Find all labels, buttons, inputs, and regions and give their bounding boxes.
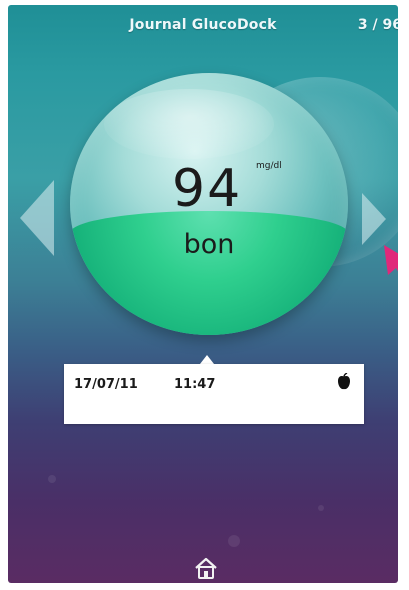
decorative-sparkle: [318, 505, 324, 511]
glucose-status: bon: [183, 229, 235, 260]
home-icon[interactable]: [194, 557, 218, 579]
reading-details-card[interactable]: 17/07/11 11:47: [64, 364, 364, 424]
glucose-bubble: 94 mg/dl bon: [70, 73, 348, 335]
reading-time: 11:47: [174, 377, 216, 392]
decorative-sparkle: [228, 535, 240, 547]
swipe-pointer-icon: [384, 245, 398, 275]
glucose-value: 94: [172, 159, 243, 219]
decorative-sparkle: [48, 475, 56, 483]
apple-icon: [338, 373, 350, 390]
glucose-unit: mg/dl: [256, 161, 282, 171]
app-screen: Journal GlucoDock 3 / 96 94 mg/dl bon 17…: [8, 5, 398, 583]
app-title: Journal GlucoDock: [129, 17, 277, 33]
reading-date: 17/07/11: [74, 377, 138, 392]
chevron-left-icon[interactable]: [20, 180, 54, 256]
bubble-highlight: [104, 89, 274, 159]
page-counter: 3 / 96: [357, 17, 398, 33]
note-pointer: [200, 355, 214, 364]
chevron-right-icon[interactable]: [362, 193, 386, 245]
